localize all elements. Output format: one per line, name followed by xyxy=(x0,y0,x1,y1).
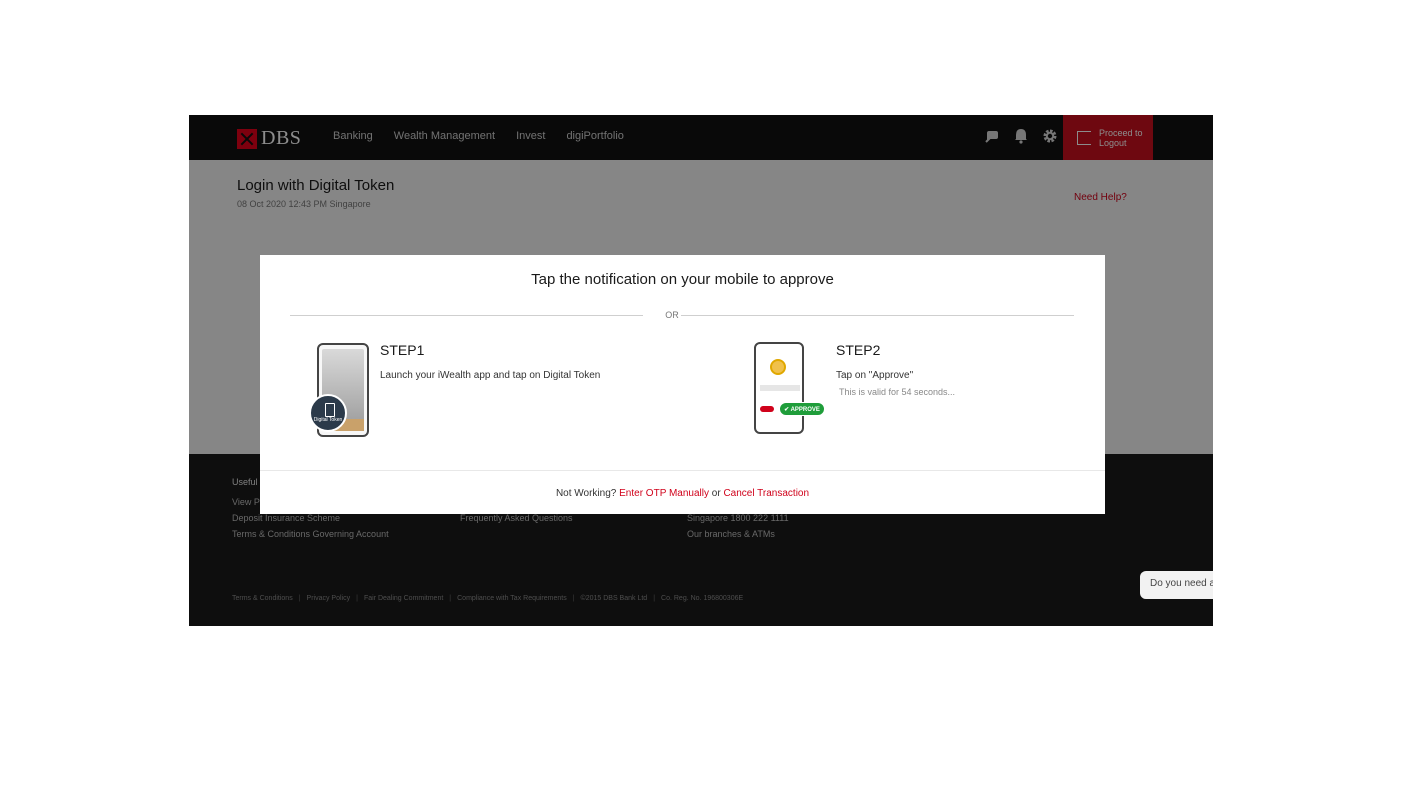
cancel-transaction-link[interactable]: Cancel Transaction xyxy=(723,488,809,499)
lock-icon xyxy=(770,359,786,375)
phone-field-bar xyxy=(760,385,800,391)
chat-prompt-bubble[interactable]: Do you need a xyxy=(1140,571,1213,599)
divider-line xyxy=(290,315,643,316)
modal-title: Tap the notification on your mobile to a… xyxy=(531,271,834,288)
step2-description: Tap on "Approve" xyxy=(836,370,914,381)
digital-token-modal: Tap the notification on your mobile to a… xyxy=(260,255,1105,514)
step1-title: STEP1 xyxy=(380,342,425,358)
or-conjunction: or xyxy=(711,488,721,499)
modal-footer: Not Working? Enter OTP Manually or Cance… xyxy=(260,470,1105,514)
approve-badge: ✔ APPROVE xyxy=(779,402,825,416)
step1-description: Launch your iWealth app and tap on Digit… xyxy=(380,370,601,381)
modal-footer-line: Not Working? Enter OTP Manually or Cance… xyxy=(260,488,1105,499)
digital-token-icon: Digital Token xyxy=(309,394,347,432)
enter-otp-manually-link[interactable]: Enter OTP Manually xyxy=(619,488,709,499)
token-validity-countdown: This is valid for 54 seconds... xyxy=(839,387,956,397)
divider-line xyxy=(681,315,1074,316)
or-divider: OR xyxy=(290,310,1074,322)
reject-icon xyxy=(760,406,774,412)
not-working-label: Not Working? xyxy=(555,488,617,499)
step2-title: STEP2 xyxy=(836,342,881,358)
